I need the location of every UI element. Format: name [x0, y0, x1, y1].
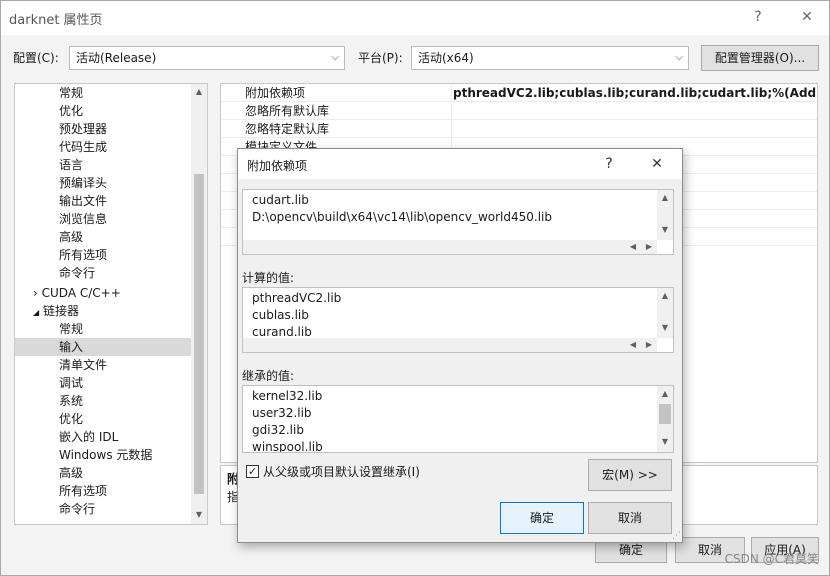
tree-scroll-thumb[interactable] — [194, 174, 204, 494]
tree-item-linker-all-options[interactable]: 所有选项 — [59, 482, 107, 500]
config-select[interactable]: 活动(Release) ⌵ — [69, 46, 345, 70]
edit-line[interactable]: D:\opencv\build\x64\vc14\lib\opencv_worl… — [252, 209, 552, 226]
tree-item-cuda-label: CUDA C/C++ — [41, 286, 121, 300]
scroll-up-icon[interactable]: ▲ — [657, 389, 673, 398]
macros-button[interactable]: 宏(M) >> — [588, 459, 672, 491]
config-label: 配置(C): — [13, 51, 59, 65]
dialog-help-icon[interactable]: ? — [598, 154, 620, 174]
tree-item-linker-label: 链接器 — [42, 304, 79, 318]
dependencies-edit-box[interactable]: cudart.lib D:\opencv\build\x64\vc14\lib\… — [242, 189, 674, 255]
tree-item-command-line[interactable]: 命令行 — [59, 264, 95, 282]
tree-item-precompiled-headers[interactable]: 预编译头 — [59, 174, 107, 192]
tree-item-general[interactable]: 常规 — [59, 84, 83, 102]
grid-row-value[interactable]: pthreadVC2.lib;cublas.lib;curand.lib;cud… — [453, 84, 817, 102]
dialog-title: 附加依赖项 — [247, 159, 308, 173]
chevron-right-icon[interactable]: › — [33, 286, 38, 300]
tree-item-system[interactable]: 系统 — [59, 392, 83, 410]
tree-item-language[interactable]: 语言 — [59, 156, 83, 174]
tree-item-manifest-file[interactable]: 清单文件 — [59, 356, 107, 374]
tree-item-linker-optimization[interactable]: 优化 — [59, 410, 83, 428]
tree-item-browse-info[interactable]: 浏览信息 — [59, 210, 107, 228]
window-title: darknet 属性页 — [9, 13, 103, 28]
scroll-up-icon[interactable]: ▲ — [191, 87, 207, 96]
tree-item-output-files[interactable]: 输出文件 — [59, 192, 107, 210]
tree-item-preprocessor[interactable]: 预处理器 — [59, 120, 107, 138]
config-manager-button[interactable]: 配置管理器(O)... — [701, 45, 819, 71]
scroll-up-icon[interactable]: ▲ — [657, 291, 673, 300]
tree-item-windows-metadata[interactable]: Windows 元数据 — [59, 446, 152, 464]
tree-item-advanced[interactable]: 高级 — [59, 228, 83, 246]
tree-item-code-generation[interactable]: 代码生成 — [59, 138, 107, 156]
help-icon[interactable]: ? — [746, 6, 770, 28]
title-bar: darknet 属性页 ? ✕ — [1, 1, 829, 35]
tree-item-debugging[interactable]: 调试 — [59, 374, 83, 392]
scroll-up-icon[interactable]: ▲ — [657, 193, 673, 202]
chevron-down-icon: ⌵ — [675, 52, 683, 63]
edit-hscroll[interactable]: ◀ ▶ — [243, 240, 657, 254]
computed-line: cublas.lib — [252, 308, 309, 322]
inherited-values-box: kernel32.lib user32.lib gdi32.lib winspo… — [242, 385, 674, 453]
expanded-triangle-icon[interactable]: ◢ — [33, 308, 39, 317]
platform-label: 平台(P): — [358, 51, 403, 65]
computed-hscroll[interactable]: ◀ ▶ — [243, 338, 657, 352]
inherited-line: kernel32.lib — [252, 389, 323, 403]
tree-item-all-options[interactable]: 所有选项 — [59, 246, 107, 264]
dialog-cancel-button[interactable]: 取消 — [588, 502, 672, 534]
chevron-down-icon: ⌵ — [331, 52, 339, 63]
resize-grip-icon[interactable]: ⋰ — [672, 531, 681, 541]
tree-item-linker-command-line[interactable]: 命令行 — [59, 500, 95, 518]
grid-row[interactable]: 忽略特定默认库 — [221, 120, 817, 138]
inherited-values-label: 继承的值: — [242, 369, 295, 383]
dialog-close-icon[interactable]: ✕ — [646, 154, 668, 174]
additional-dependencies-dialog: 附加依赖项 ? ✕ cudart.lib D:\opencv\build\x64… — [237, 148, 683, 543]
tree-item-embedded-idl[interactable]: 嵌入的 IDL — [59, 428, 118, 446]
tree-item-linker-input[interactable]: 输入 — [15, 338, 191, 356]
tree-item-linker[interactable]: ◢ 链接器 — [33, 302, 79, 320]
scroll-down-icon[interactable]: ▼ — [191, 510, 207, 519]
config-value: 活动(Release) — [76, 51, 157, 65]
scroll-left-icon[interactable]: ◀ — [625, 340, 641, 349]
inherited-line: winspool.lib — [252, 440, 323, 453]
tree-item-linker-general[interactable]: 常规 — [59, 320, 83, 338]
platform-select[interactable]: 活动(x64) ⌵ — [411, 46, 689, 70]
grid-row[interactable]: 忽略所有默认库 — [221, 102, 817, 120]
tree-item-linker-advanced[interactable]: 高级 — [59, 464, 83, 482]
grid-row-name: 附加依赖项 — [245, 86, 306, 100]
inherited-vscroll[interactable]: ▲ ▼ — [657, 386, 673, 452]
dialog-title-bar: 附加依赖项 ? ✕ — [238, 149, 682, 179]
property-tree: 常规 优化 预处理器 代码生成 语言 预编译头 输出文件 浏览信息 高级 所有选… — [14, 83, 208, 525]
scroll-right-icon[interactable]: ▶ — [641, 242, 657, 251]
grid-row[interactable]: 附加依赖项 pthreadVC2.lib;cublas.lib;curand.l… — [221, 84, 817, 102]
tree-scrollbar[interactable]: ▲ ▼ — [191, 84, 207, 524]
scroll-down-icon[interactable]: ▼ — [657, 437, 673, 446]
scroll-down-icon[interactable]: ▼ — [657, 225, 673, 234]
computed-values-box: pthreadVC2.lib cublas.lib curand.lib ▲ ▼… — [242, 287, 674, 353]
platform-value: 活动(x64) — [418, 51, 474, 65]
inherit-checkbox[interactable]: ✓ — [246, 465, 259, 478]
watermark: CSDN @C君莫笑 — [724, 552, 819, 566]
scroll-left-icon[interactable]: ◀ — [625, 242, 641, 251]
grid-row-name: 忽略所有默认库 — [245, 104, 330, 118]
scroll-down-icon[interactable]: ▼ — [657, 323, 673, 332]
edit-vscroll[interactable]: ▲ ▼ — [657, 190, 673, 240]
dialog-ok-button[interactable]: 确定 — [500, 502, 584, 534]
inherited-line: user32.lib — [252, 406, 312, 420]
grid-row-name: 忽略特定默认库 — [245, 122, 330, 136]
inherited-scroll-thumb[interactable] — [659, 404, 671, 424]
computed-values-label: 计算的值: — [242, 271, 295, 285]
tree-item-optimization[interactable]: 优化 — [59, 102, 83, 120]
edit-line[interactable]: cudart.lib — [252, 192, 309, 209]
tree-item-cuda[interactable]: › CUDA C/C++ — [33, 284, 121, 302]
scroll-right-icon[interactable]: ▶ — [641, 340, 657, 349]
computed-vscroll[interactable]: ▲ ▼ — [657, 288, 673, 338]
close-icon[interactable]: ✕ — [795, 6, 819, 28]
computed-line: pthreadVC2.lib — [252, 291, 342, 305]
inherit-checkbox-label[interactable]: 从父级或项目默认设置继承(I) — [263, 463, 420, 480]
inherited-line: gdi32.lib — [252, 423, 304, 437]
